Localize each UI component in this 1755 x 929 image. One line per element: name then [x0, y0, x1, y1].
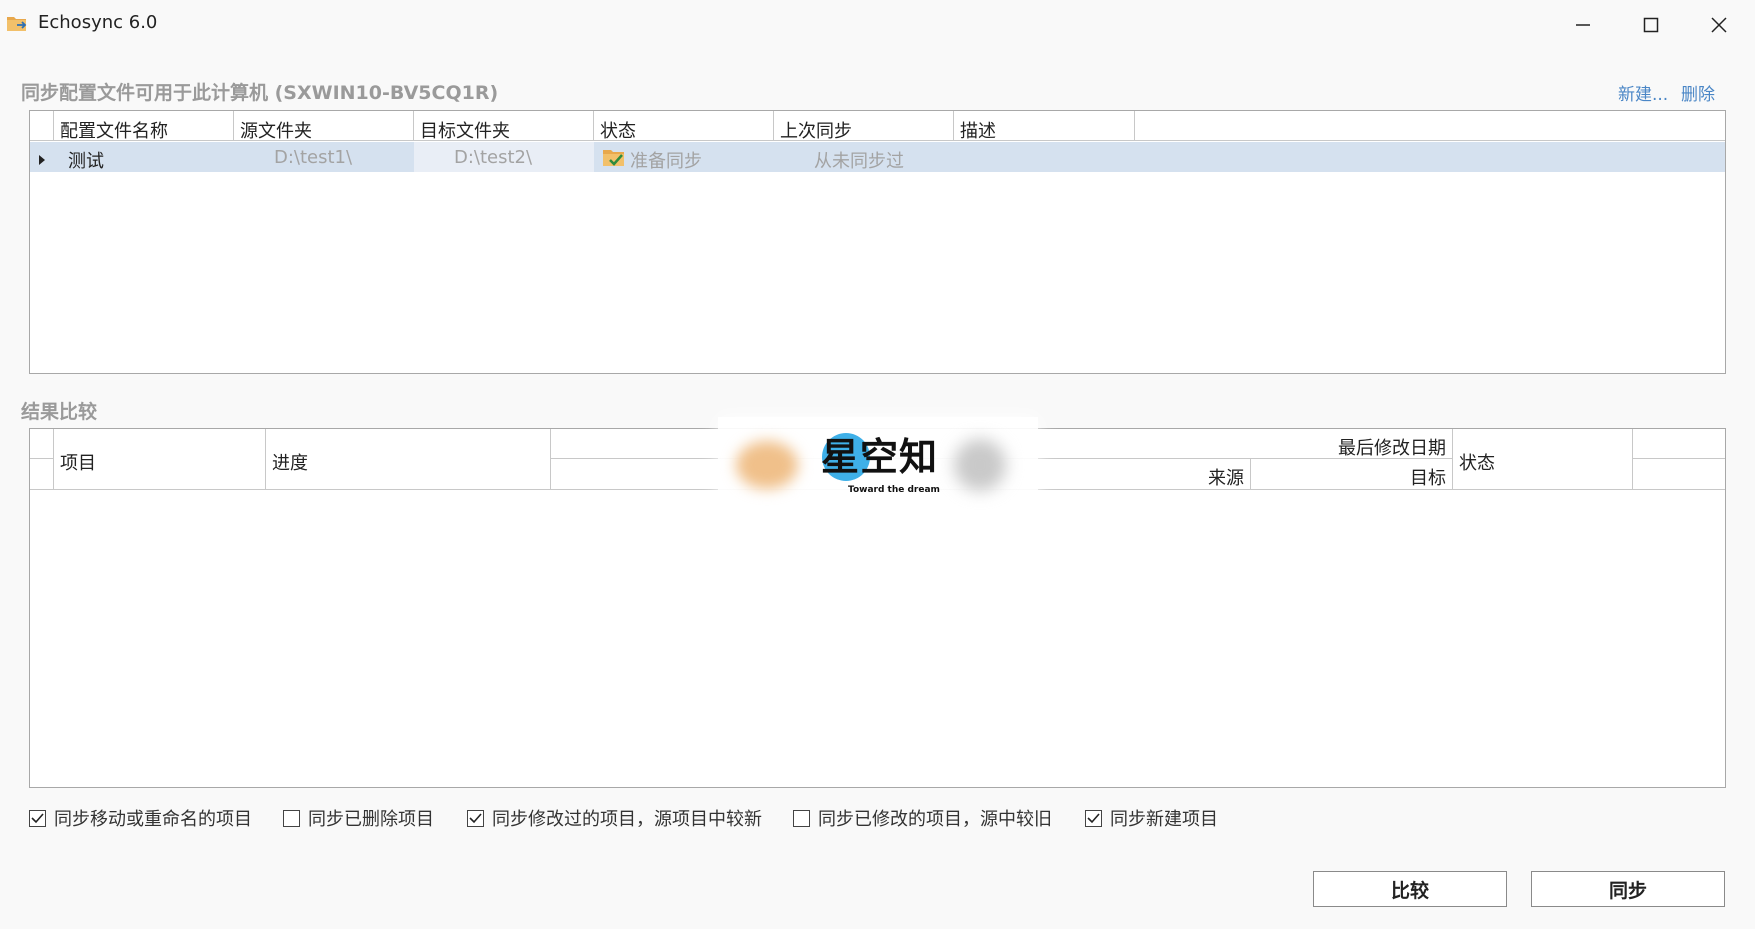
checkbox[interactable] — [1085, 809, 1102, 827]
option-label: 同步新建项目 — [1110, 809, 1218, 830]
option-sync-new[interactable]: 同步新建项目 — [1085, 805, 1218, 831]
watermark-subtext: Toward the dream — [848, 485, 940, 495]
column-header-status[interactable]: 状态 — [1453, 429, 1633, 490]
maximize-icon — [1643, 17, 1659, 33]
window-title: Echosync 6.0 — [38, 12, 158, 33]
folder-sync-icon — [6, 14, 28, 32]
option-label: 同步移动或重命名的项目 — [54, 809, 252, 830]
option-label: 同步已删除项目 — [308, 809, 434, 830]
option-sync-moved[interactable]: 同步移动或重命名的项目 — [29, 805, 252, 831]
profiles-table: 配置文件名称 源文件夹 目标文件夹 状态 上次同步 描述 测试 D:\test1… — [29, 110, 1726, 374]
table-row[interactable]: 测试 D:\test1\ D:\test2\ 准备同步 从未同步过 — [30, 142, 1725, 172]
close-icon — [1711, 17, 1727, 33]
column-header-filler-top — [1633, 429, 1725, 459]
column-header-source[interactable]: 源文件夹 — [234, 111, 414, 142]
close-button[interactable] — [1686, 0, 1752, 50]
minimize-button[interactable] — [1550, 0, 1616, 50]
option-sync-modified-newer[interactable]: 同步修改过的项目，源项目中较新 — [467, 805, 762, 831]
last-sync-cell: 从未同步过 — [814, 151, 904, 172]
checkbox[interactable] — [283, 809, 300, 827]
column-header-item[interactable]: 项目 — [54, 429, 266, 490]
maximize-button[interactable] — [1618, 0, 1684, 50]
row-header-corner — [30, 111, 54, 141]
column-header-progress[interactable]: 进度 — [266, 429, 551, 490]
profile-name-cell: 测试 — [68, 151, 104, 172]
column-header-description[interactable]: 描述 — [954, 111, 1135, 142]
checkmark-icon — [469, 812, 482, 823]
watermark-text: 星空知 — [821, 435, 939, 479]
sync-button[interactable]: 同步 — [1531, 871, 1725, 907]
column-header-filler — [1135, 111, 1725, 141]
checkbox[interactable] — [467, 809, 484, 827]
checkmark-icon — [31, 812, 44, 823]
source-folder-cell: D:\test1\ — [274, 147, 353, 168]
column-header-name[interactable]: 配置文件名称 — [54, 111, 234, 142]
delete-profile-link[interactable]: 删除 — [1681, 80, 1715, 105]
minimize-icon — [1576, 24, 1590, 26]
new-profile-link[interactable]: 新建... — [1618, 80, 1668, 105]
option-sync-deleted[interactable]: 同步已删除项目 — [283, 805, 434, 831]
row-header-corner-bottom — [30, 459, 54, 490]
status-cell: 准备同步 — [630, 151, 702, 172]
title-bar: Echosync 6.0 — [0, 0, 1755, 50]
compare-button[interactable]: 比较 — [1313, 871, 1507, 907]
option-sync-modified-older[interactable]: 同步已修改的项目，源中较旧 — [793, 805, 1052, 831]
option-label: 同步已修改的项目，源中较旧 — [818, 809, 1052, 830]
column-header-status[interactable]: 状态 — [594, 111, 774, 142]
results-section-label: 结果比较 — [21, 401, 98, 423]
profiles-section-label: 同步配置文件可用于此计算机 (SXWIN10-BV5CQ1R) — [21, 82, 499, 104]
column-header-target[interactable]: 目标文件夹 — [414, 111, 594, 142]
column-header-last-sync[interactable]: 上次同步 — [774, 111, 954, 142]
column-header-filler-bottom — [1633, 459, 1725, 490]
checkbox[interactable] — [29, 809, 46, 827]
ready-status-icon — [602, 142, 626, 172]
row-header-corner-top — [30, 429, 54, 459]
checkmark-icon — [1087, 812, 1100, 823]
target-folder-cell: D:\test2\ — [414, 142, 594, 172]
row-pointer-icon — [38, 142, 52, 172]
option-label: 同步修改过的项目，源项目中较新 — [492, 809, 762, 830]
checkbox[interactable] — [793, 809, 810, 827]
column-header-date-target[interactable]: 目标 — [1251, 459, 1453, 490]
description-cell — [960, 142, 1130, 172]
watermark-blur-left — [736, 441, 798, 489]
watermark-blur-right — [954, 439, 1006, 491]
watermark: 星空知 Toward the dream — [718, 417, 1038, 517]
